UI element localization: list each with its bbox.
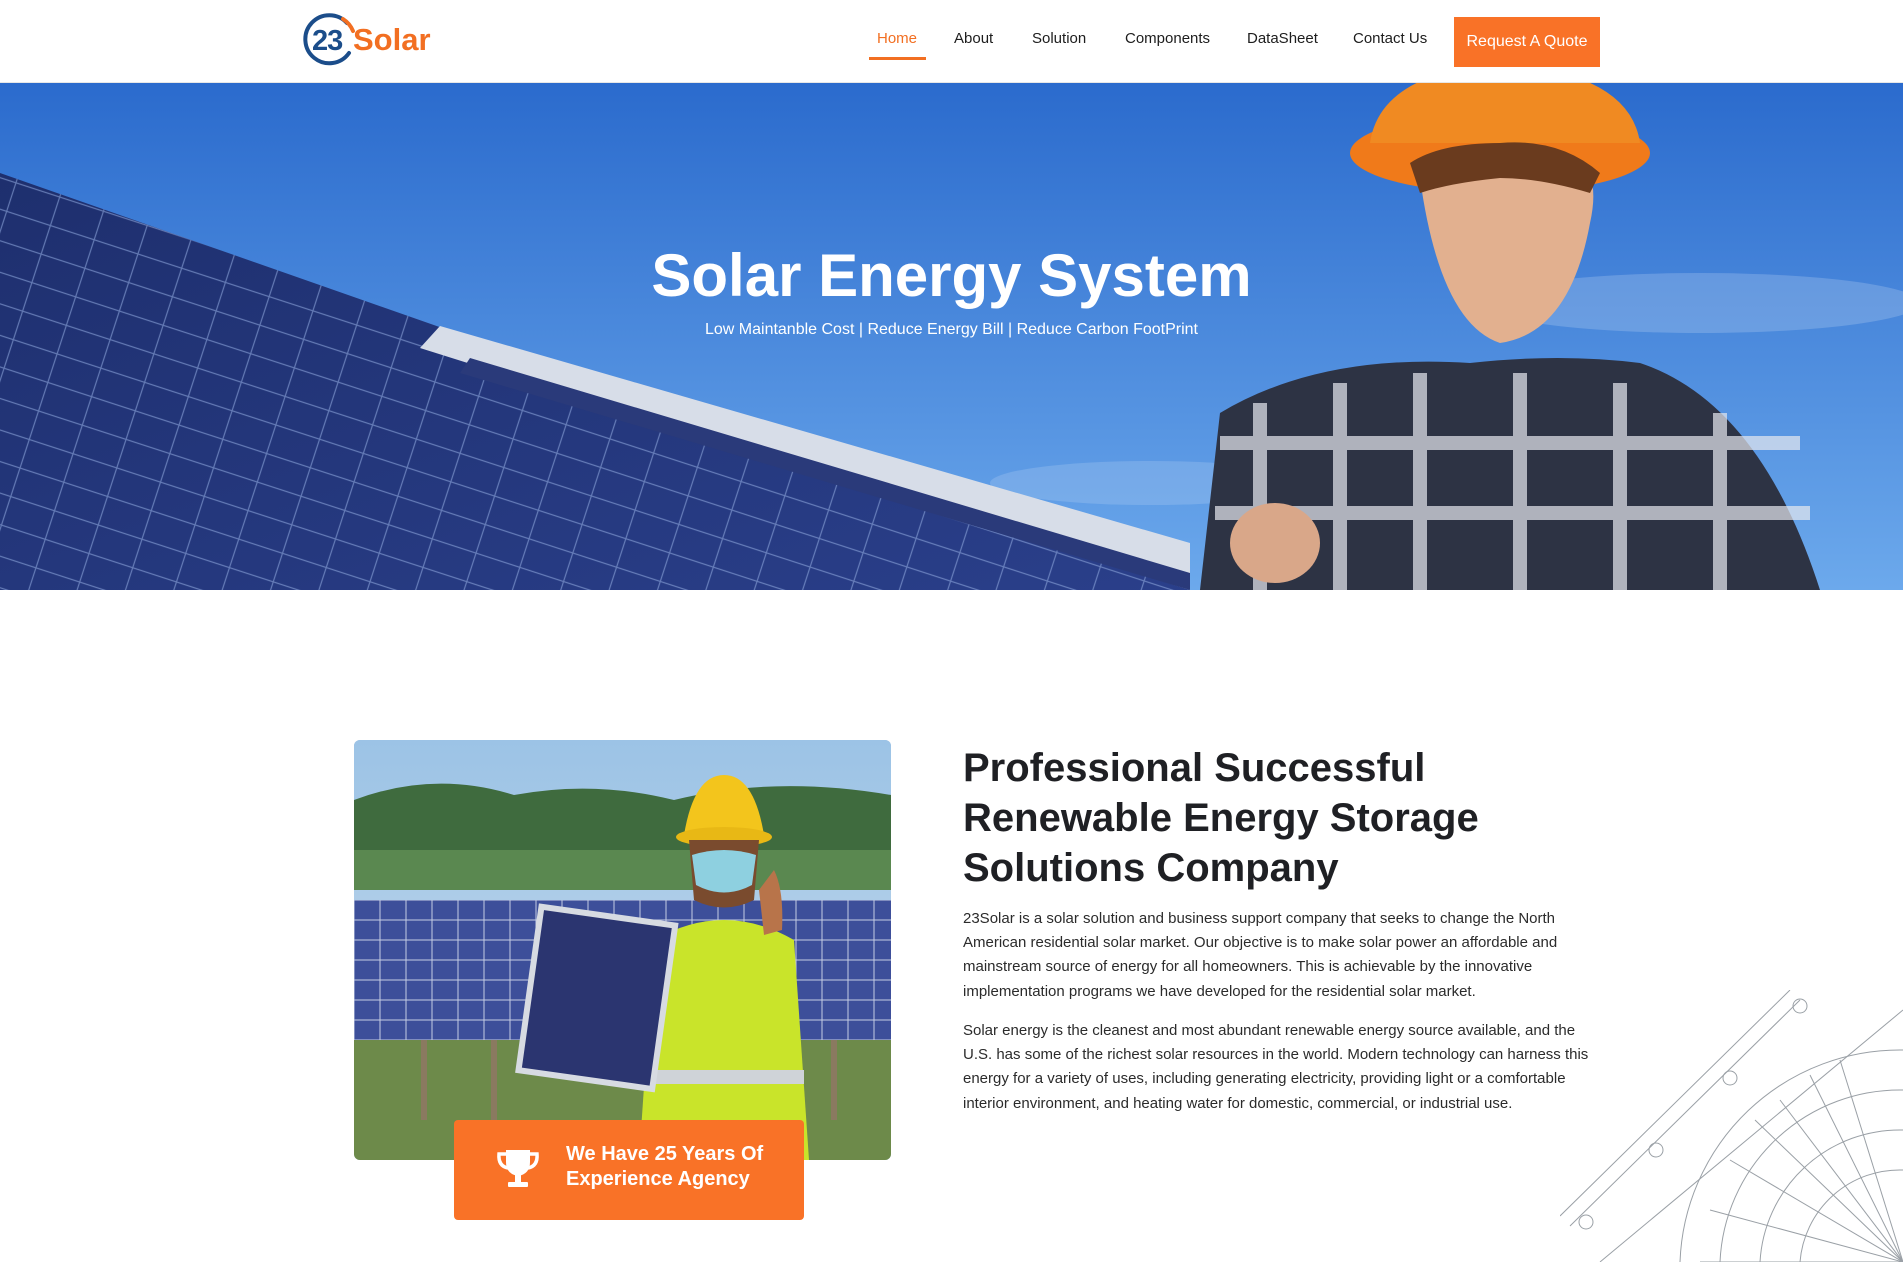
request-quote-button[interactable]: Request A Quote <box>1454 17 1600 67</box>
about-title: Professional Successful Renewable Energy… <box>963 746 1479 890</box>
nav-datasheet[interactable]: DataSheet <box>1247 30 1318 47</box>
logo-mark: 23 <box>303 13 357 67</box>
nav-about[interactable]: About <box>954 30 993 47</box>
logo-word: Solar <box>353 22 431 57</box>
hero-title: Solar Energy System <box>651 242 1252 309</box>
decorative-compass-drawing <box>1560 990 1903 1262</box>
nav-solution[interactable]: Solution <box>1032 30 1086 47</box>
about-paragraph-2: Solar energy is the cleanest and most ab… <box>963 1022 1589 1112</box>
about-paragraph-1: 23Solar is a solar solution and business… <box>963 910 1558 1000</box>
hero-subtitle: Low Maintanble Cost | Reduce Energy Bill… <box>704 321 1198 338</box>
logo-number: 23 <box>312 25 343 57</box>
hero-banner: Solar Energy System Low Maintanble Cost … <box>0 83 1903 590</box>
nav-components[interactable]: Components <box>1125 30 1210 47</box>
experience-badge-text: We Have 25 Years Of Experience Agency <box>566 1143 764 1190</box>
nav-home[interactable]: Home <box>877 30 917 47</box>
site-logo[interactable]: 23 Solar <box>303 12 435 68</box>
nav-active-underline <box>869 57 926 60</box>
site-header: 23 Solar Home About Solution Components … <box>0 0 1903 83</box>
experience-badge: We Have 25 Years Of Experience Agency <box>454 1120 804 1220</box>
nav-contact-us[interactable]: Contact Us <box>1353 30 1427 47</box>
worker-with-solar-panel-image <box>354 740 891 1160</box>
trophy-icon <box>497 1150 539 1187</box>
